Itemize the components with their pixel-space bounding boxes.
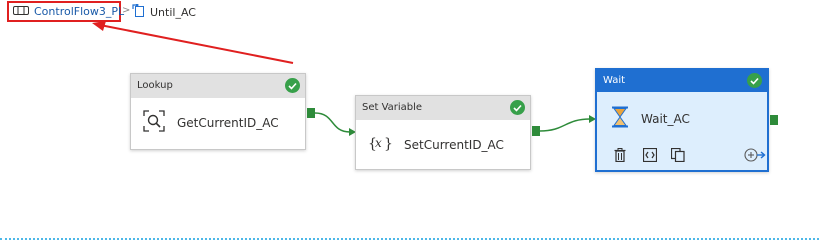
activity-wait-header: Wait — [597, 70, 767, 92]
checkmark-icon — [510, 100, 525, 115]
checkmark-icon — [747, 73, 762, 88]
activity-toolbar — [611, 146, 767, 164]
wait-success-port[interactable] — [770, 115, 778, 125]
code-icon[interactable] — [641, 146, 659, 164]
activity-lookup[interactable]: Lookup GetCurrentID_AC — [130, 73, 306, 150]
breadcrumb-pipeline[interactable]: ControlFlow3_PL — [7, 1, 125, 22]
activity-wait[interactable]: Wait Wait_AC — [595, 68, 769, 172]
activity-name: GetCurrentID_AC — [177, 115, 279, 130]
breadcrumb-until[interactable]: Until_AC — [132, 3, 196, 20]
set-variable-icon: { x } — [368, 134, 393, 155]
activity-set-variable[interactable]: Set Variable { x } SetCurrentID_AC — [355, 95, 531, 170]
until-loop-icon — [132, 3, 144, 20]
pipeline-canvas[interactable]: ControlFlow3_PL > Until_AC Lookup GetCur… — [0, 0, 819, 242]
hourglass-icon — [611, 106, 629, 131]
add-output-icon[interactable] — [743, 146, 767, 164]
activity-wait-body: Wait_AC — [597, 92, 767, 131]
activity-lookup-header: Lookup — [131, 74, 305, 98]
copy-icon[interactable] — [669, 146, 687, 164]
svg-text:x: x — [375, 136, 382, 150]
activity-type-label: Lookup — [137, 80, 173, 91]
activity-set-variable-body: { x } SetCurrentID_AC — [356, 120, 530, 155]
activity-type-label: Set Variable — [362, 102, 423, 113]
activity-set-variable-header: Set Variable — [356, 96, 530, 120]
breadcrumb-separator: > — [122, 5, 131, 16]
activity-type-label: Wait — [603, 75, 626, 86]
lookup-success-port[interactable] — [307, 108, 315, 118]
activity-lookup-body: GetCurrentID_AC — [131, 98, 305, 135]
set-variable-success-port[interactable] — [532, 126, 540, 136]
trash-icon[interactable] — [611, 146, 629, 164]
canvas-boundary — [0, 238, 819, 240]
breadcrumb-until-label: Until_AC — [150, 5, 196, 19]
pipeline-icon — [13, 5, 29, 19]
activity-name: Wait_AC — [641, 111, 690, 126]
svg-text:}: } — [384, 136, 392, 152]
activity-name: SetCurrentID_AC — [404, 137, 504, 152]
lookup-icon — [143, 110, 165, 135]
breadcrumb-pipeline-label: ControlFlow3_PL — [34, 5, 125, 18]
checkmark-icon — [285, 78, 300, 93]
